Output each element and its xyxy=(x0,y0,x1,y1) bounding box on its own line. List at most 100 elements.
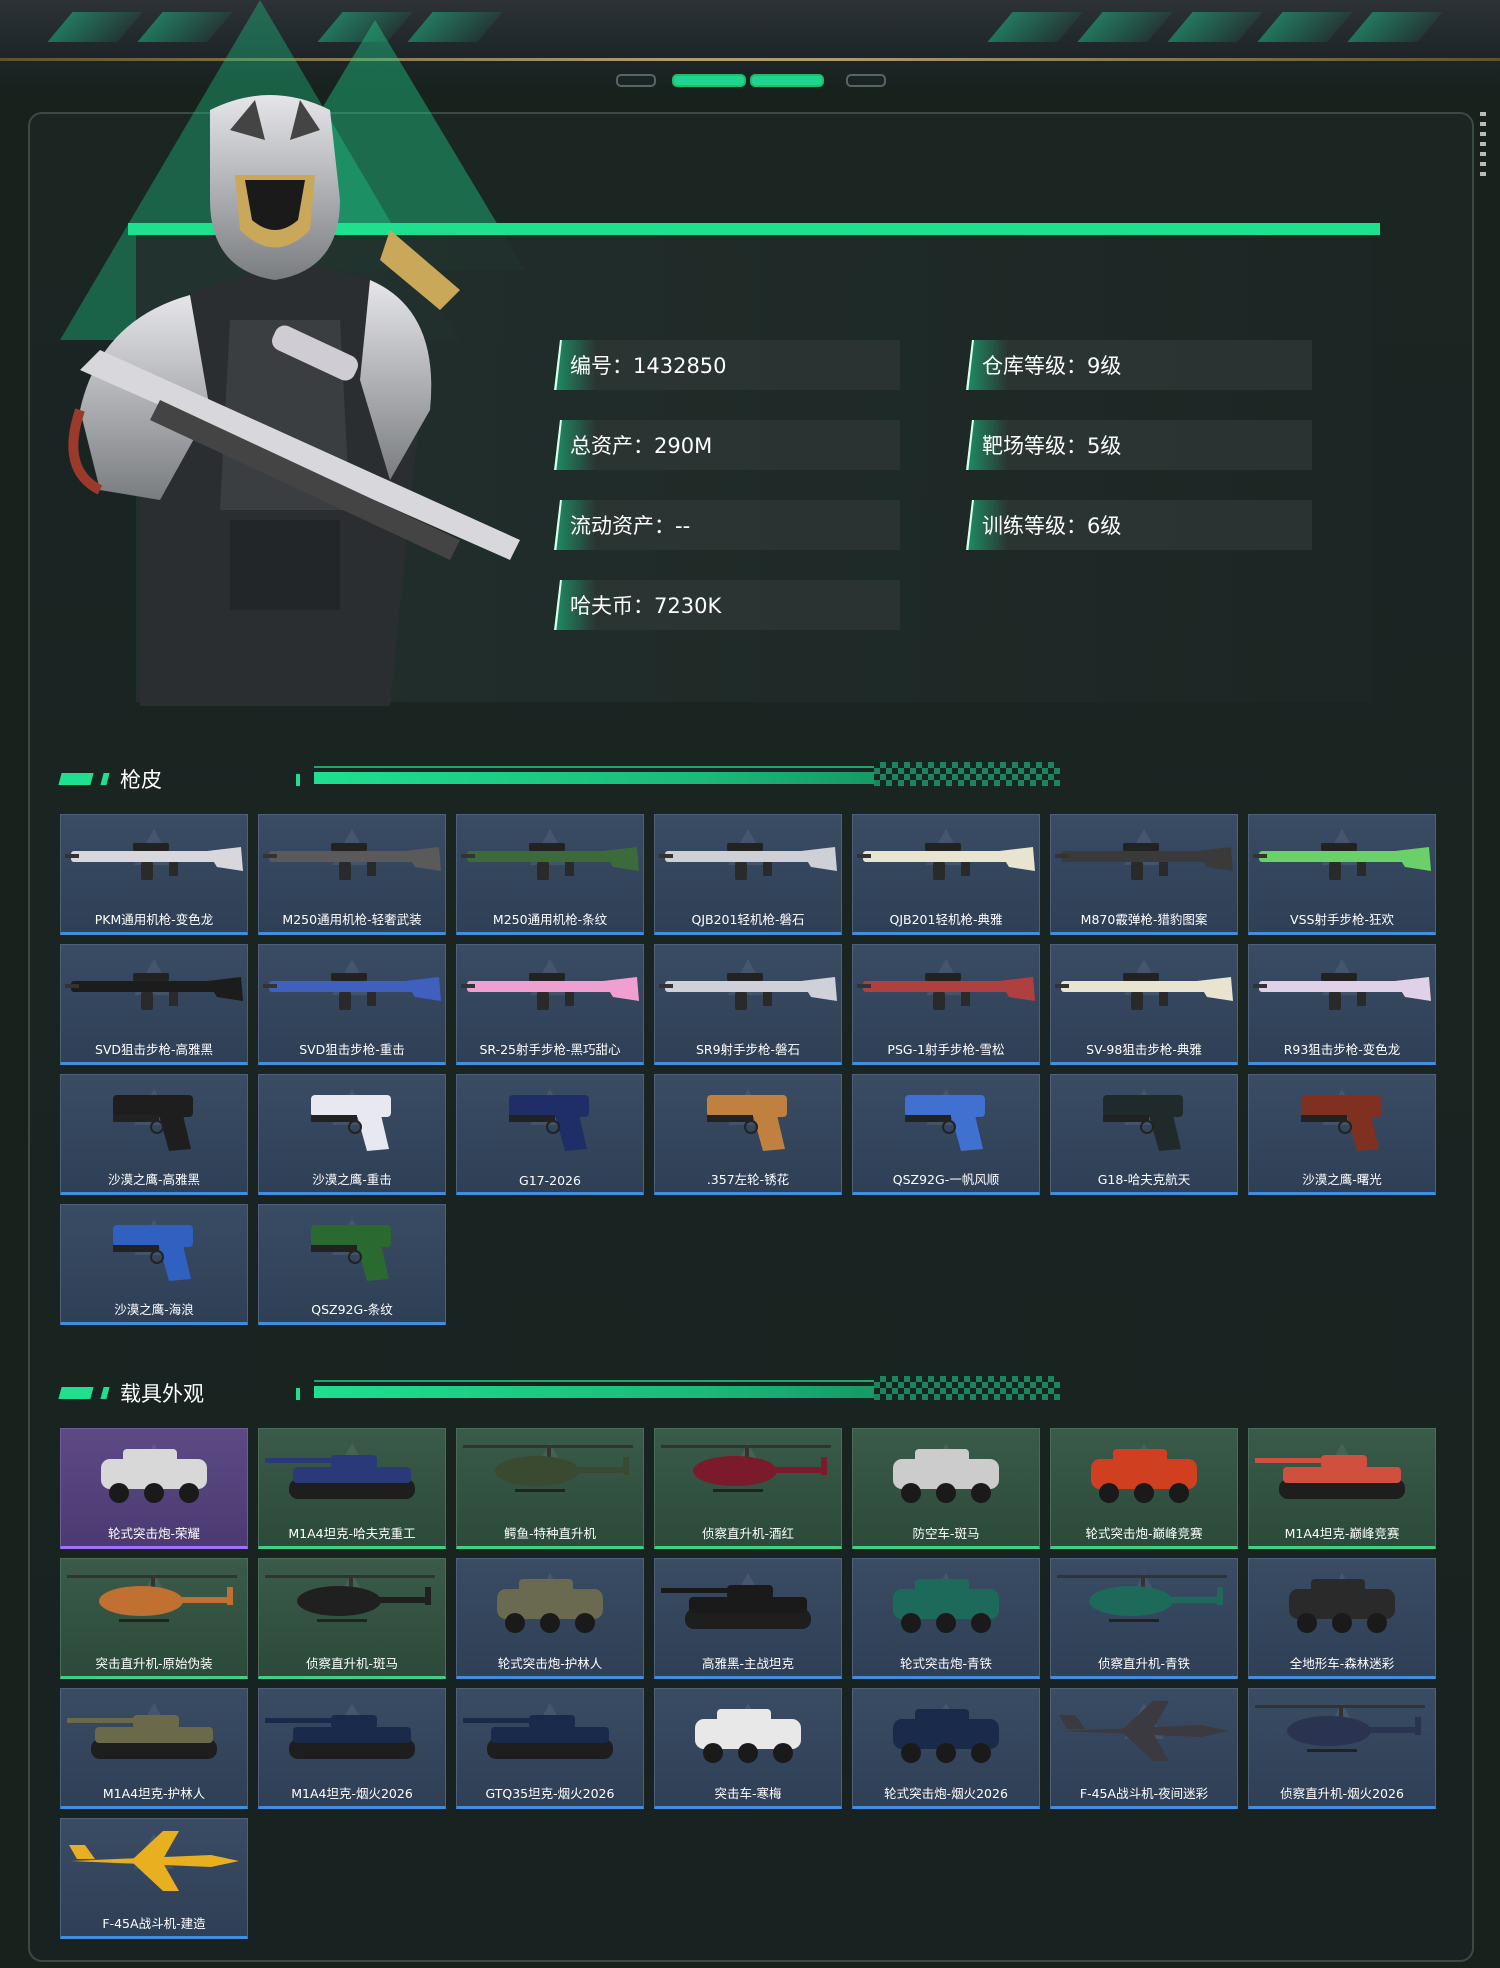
rifle-icon xyxy=(659,843,837,880)
gun-skin-name: QJB201轻机枪-磐石 xyxy=(691,912,805,927)
rifle-icon xyxy=(1253,973,1431,1010)
gun-skin-card[interactable]: QJB201轻机枪-典雅 xyxy=(852,814,1040,935)
vehicle-skin-card[interactable]: 鳄鱼-特种直升机 xyxy=(456,1428,644,1549)
gun-skin-name: PKM通用机枪-变色龙 xyxy=(94,912,214,927)
jet-icon xyxy=(69,1831,239,1891)
section-title-gun-skins: 枪皮 xyxy=(120,768,162,792)
gun-skin-card[interactable]: SV-98狙击步枪-典雅 xyxy=(1050,944,1238,1065)
vehicle-skin-card[interactable]: M1A4坦克-哈夫克重工 xyxy=(258,1428,446,1549)
gun-skin-card[interactable]: VSS射手步枪-狂欢 xyxy=(1248,814,1436,935)
gun-skin-card[interactable]: M250通用机枪-轻奢武装 xyxy=(258,814,446,935)
gun-skin-card[interactable]: .357左轮-锈花 xyxy=(654,1074,842,1195)
stat-player-id: 编号：1432850 xyxy=(554,340,900,390)
gun-skin-card[interactable]: M250通用机枪-条纹 xyxy=(456,814,644,935)
stat-total-assets-text: 总资产：290M xyxy=(570,434,713,458)
pistol-icon xyxy=(509,1095,589,1151)
gun-skin-card[interactable]: G17-2026 xyxy=(456,1074,644,1195)
tank-icon xyxy=(265,1715,415,1759)
vehicle-skin-card[interactable]: F-45A战斗机-建造 xyxy=(60,1818,248,1939)
vehicle-skin-card[interactable]: GTQ35坦克-烟火2026 xyxy=(456,1688,644,1809)
car-icon xyxy=(893,1709,999,1763)
car-icon xyxy=(497,1579,603,1633)
rifle-icon xyxy=(1055,973,1233,1010)
rifle-icon xyxy=(65,973,243,1010)
vehicle-skin-name: M1A4坦克-哈夫克重工 xyxy=(288,1526,416,1541)
vehicle-skin-card[interactable]: 轮式突击炮-护林人 xyxy=(456,1558,644,1679)
banner-indicator-active xyxy=(672,74,746,87)
vehicle-skin-card[interactable]: 全地形车-森林迷彩 xyxy=(1248,1558,1436,1679)
vehicle-skin-name: 突击直升机-原始伪装 xyxy=(95,1656,213,1671)
gun-skin-name: QJB201轻机枪-典雅 xyxy=(889,912,1003,927)
vehicle-skin-card[interactable]: 轮式突击炮-巅峰竞赛 xyxy=(1050,1428,1238,1549)
stat-liquid-assets: 流动资产：-- xyxy=(554,500,900,550)
stat-liquid-assets-text: 流动资产：-- xyxy=(570,514,691,538)
vehicle-skin-card[interactable]: 轮式突击炮-青铁 xyxy=(852,1558,1040,1679)
gun-skin-card[interactable]: SR9射手步枪-磐石 xyxy=(654,944,842,1065)
header-thin-line xyxy=(314,766,874,768)
gun-skin-name: QSZ92G-一帆风顺 xyxy=(892,1172,1000,1187)
rifle-icon xyxy=(659,973,837,1010)
gun-skin-card[interactable]: QJB201轻机枪-磐石 xyxy=(654,814,842,935)
header-checker-decoration xyxy=(874,762,1060,786)
heli-icon xyxy=(67,1575,237,1622)
gun-skin-name: QSZ92G-条纹 xyxy=(311,1302,393,1317)
rifle-icon xyxy=(1253,843,1431,880)
jet-icon xyxy=(1059,1701,1229,1761)
vehicle-skin-card[interactable]: 侦察直升机-斑马 xyxy=(258,1558,446,1679)
vehicle-skin-card[interactable]: 防空车-斑马 xyxy=(852,1428,1040,1549)
vehicle-skin-name: 轮式突击炮-青铁 xyxy=(899,1656,992,1671)
gun-skin-card[interactable]: SR-25射手步枪-黑巧甜心 xyxy=(456,944,644,1065)
gun-skin-card[interactable]: SVD狙击步枪-高雅黑 xyxy=(60,944,248,1065)
vehicle-skin-card[interactable]: M1A4坦克-巅峰竞赛 xyxy=(1248,1428,1436,1549)
vehicle-skin-card[interactable]: 高雅黑-主战坦克 xyxy=(654,1558,842,1679)
gun-skin-card[interactable]: QSZ92G-条纹 xyxy=(258,1204,446,1325)
vehicle-skin-card[interactable]: 侦察直升机-烟火2026 xyxy=(1248,1688,1436,1809)
stat-havoc-coins-text: 哈夫币：7230K xyxy=(570,594,722,618)
vehicle-skin-name: 侦察直升机-烟火2026 xyxy=(1280,1786,1404,1801)
gun-skin-card[interactable]: PKM通用机枪-变色龙 xyxy=(60,814,248,935)
gun-skin-card[interactable]: G18-哈夫克航天 xyxy=(1050,1074,1238,1195)
car-icon xyxy=(893,1579,999,1633)
gun-skin-card[interactable]: M870霰弹枪-猎豹图案 xyxy=(1050,814,1238,935)
vehicle-skin-card[interactable]: 侦察直升机-酒红 xyxy=(654,1428,842,1549)
gun-skin-card[interactable]: SVD狙击步枪-重击 xyxy=(258,944,446,1065)
vehicle-skin-name: 轮式突击炮-荣耀 xyxy=(107,1526,200,1541)
vehicle-skin-card[interactable]: 轮式突击炮-烟火2026 xyxy=(852,1688,1040,1809)
stat-player-id-text: 编号：1432850 xyxy=(570,354,727,378)
gun-skin-card[interactable]: QSZ92G-一帆风顺 xyxy=(852,1074,1040,1195)
vehicle-skin-card[interactable]: 轮式突击炮-荣耀 xyxy=(60,1428,248,1549)
vehicle-skin-name: F-45A战斗机-夜间迷彩 xyxy=(1079,1786,1209,1801)
gun-skin-card[interactable]: PSG-1射手步枪-雪松 xyxy=(852,944,1040,1065)
vehicle-skin-name: 侦察直升机-酒红 xyxy=(701,1526,794,1541)
vehicle-skin-name: GTQ35坦克-烟火2026 xyxy=(485,1786,615,1801)
gun-skin-name: M250通用机枪-条纹 xyxy=(492,912,608,927)
heli-icon xyxy=(463,1445,633,1492)
section-header-gun-skins: 枪皮 xyxy=(58,758,1060,798)
header-divider xyxy=(296,774,300,786)
vehicle-skin-card[interactable]: F-45A战斗机-夜间迷彩 xyxy=(1050,1688,1238,1809)
vehicle-skin-card[interactable]: 突击车-寒梅 xyxy=(654,1688,842,1809)
gun-skin-card[interactable]: 沙漠之鹰-海浪 xyxy=(60,1204,248,1325)
vehicle-skin-name: 突击车-寒梅 xyxy=(714,1786,782,1801)
tank-icon xyxy=(265,1455,415,1499)
vehicle-skin-name: M1A4坦克-烟火2026 xyxy=(291,1786,413,1801)
vehicle-skin-name: 轮式突击炮-烟火2026 xyxy=(884,1786,1008,1801)
gun-skin-card[interactable]: 沙漠之鹰-高雅黑 xyxy=(60,1074,248,1195)
scroll-indicator-dots xyxy=(1480,112,1486,182)
car-icon xyxy=(695,1709,801,1763)
rifle-icon xyxy=(461,843,639,880)
gun-skin-card[interactable]: 沙漠之鹰-重击 xyxy=(258,1074,446,1195)
rifle-icon xyxy=(1055,843,1233,880)
vehicle-skin-card[interactable]: 突击直升机-原始伪装 xyxy=(60,1558,248,1679)
vehicle-skin-card[interactable]: M1A4坦克-护林人 xyxy=(60,1688,248,1809)
vehicle-skin-card[interactable]: M1A4坦克-烟火2026 xyxy=(258,1688,446,1809)
gun-skin-name: SR9射手步枪-磐石 xyxy=(695,1042,801,1057)
gun-skin-card[interactable]: 沙漠之鹰-曙光 xyxy=(1248,1074,1436,1195)
banner-indicator-active xyxy=(750,74,824,87)
vehicle-skin-card[interactable]: 侦察直升机-青铁 xyxy=(1050,1558,1238,1679)
vehicle-skin-name: 鳄鱼-特种直升机 xyxy=(503,1526,596,1541)
tank-icon xyxy=(67,1715,217,1759)
gun-skin-card[interactable]: R93狙击步枪-变色龙 xyxy=(1248,944,1436,1065)
pistol-icon xyxy=(1103,1095,1183,1151)
header-thin-line xyxy=(314,1380,874,1382)
